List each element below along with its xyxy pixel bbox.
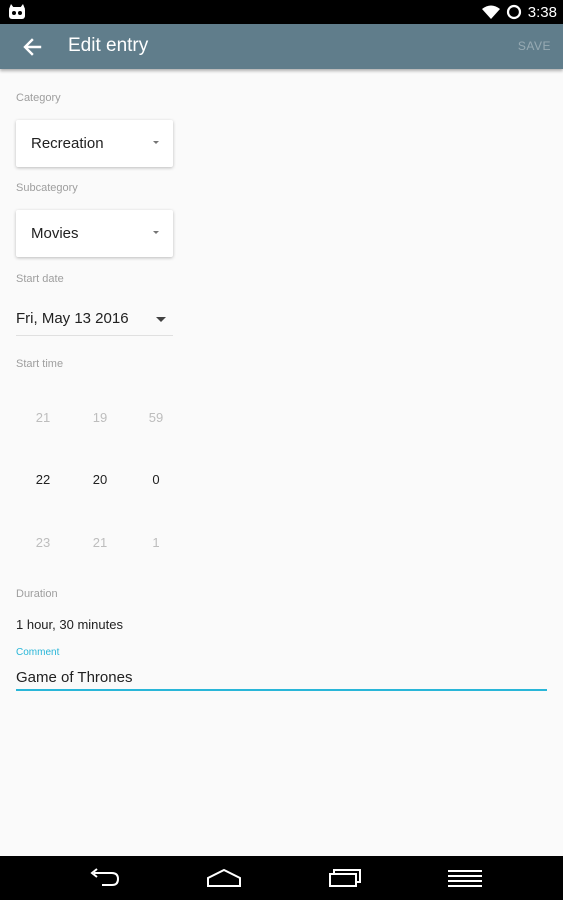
subcategory-value: Movies <box>31 225 79 242</box>
nav-menu-button[interactable] <box>445 864 485 892</box>
category-spinner[interactable]: Recreation <box>16 120 173 167</box>
status-time: 3:38 <box>527 3 557 21</box>
dropdown-arrow-icon <box>153 141 159 144</box>
app-toolbar: Edit entry SAVE <box>0 24 563 69</box>
nav-back-button[interactable] <box>84 864 124 892</box>
start-date-picker[interactable]: Fri, May 13 2016 <box>16 305 173 336</box>
minute-current[interactable]: 20 <box>80 472 120 487</box>
second-next[interactable]: 1 <box>136 535 176 550</box>
status-bar: 3:38 <box>0 0 563 24</box>
back-icon <box>90 868 120 886</box>
dropdown-arrow-icon <box>156 317 166 322</box>
dropdown-arrow-icon <box>153 231 159 234</box>
duration-value[interactable]: 1 hour, 30 minutes <box>16 617 123 632</box>
nav-recents-button[interactable] <box>325 864 365 892</box>
second-current[interactable]: 0 <box>136 472 176 487</box>
recents-icon <box>329 869 361 887</box>
nav-home-button[interactable] <box>204 864 244 892</box>
hour-next[interactable]: 23 <box>23 535 63 550</box>
hour-current[interactable]: 22 <box>23 472 63 487</box>
save-button[interactable]: SAVE <box>518 39 551 53</box>
minute-prev[interactable]: 19 <box>80 410 120 425</box>
hour-prev[interactable]: 21 <box>23 410 63 425</box>
start-date-label: Start date <box>16 273 64 285</box>
battery-icon <box>506 4 521 20</box>
category-value: Recreation <box>31 135 104 152</box>
duration-label: Duration <box>16 588 58 600</box>
back-arrow-icon <box>23 38 42 56</box>
start-time-label: Start time <box>16 358 64 370</box>
wifi-icon <box>481 5 500 19</box>
comment-input[interactable] <box>16 665 547 691</box>
app-notification-icon <box>9 4 25 19</box>
start-date-value: Fri, May 13 2016 <box>16 310 129 327</box>
category-label: Category <box>16 92 61 104</box>
subcategory-label: Subcategory <box>16 182 78 194</box>
menu-icon <box>448 870 482 887</box>
second-prev[interactable]: 59 <box>136 410 176 425</box>
comment-label: Comment <box>16 647 60 658</box>
minute-next[interactable]: 21 <box>80 535 120 550</box>
subcategory-spinner[interactable]: Movies <box>16 210 173 257</box>
back-button[interactable] <box>14 32 50 62</box>
page-title: Edit entry <box>68 35 149 56</box>
system-nav-bar <box>0 856 563 900</box>
home-icon <box>207 868 241 887</box>
